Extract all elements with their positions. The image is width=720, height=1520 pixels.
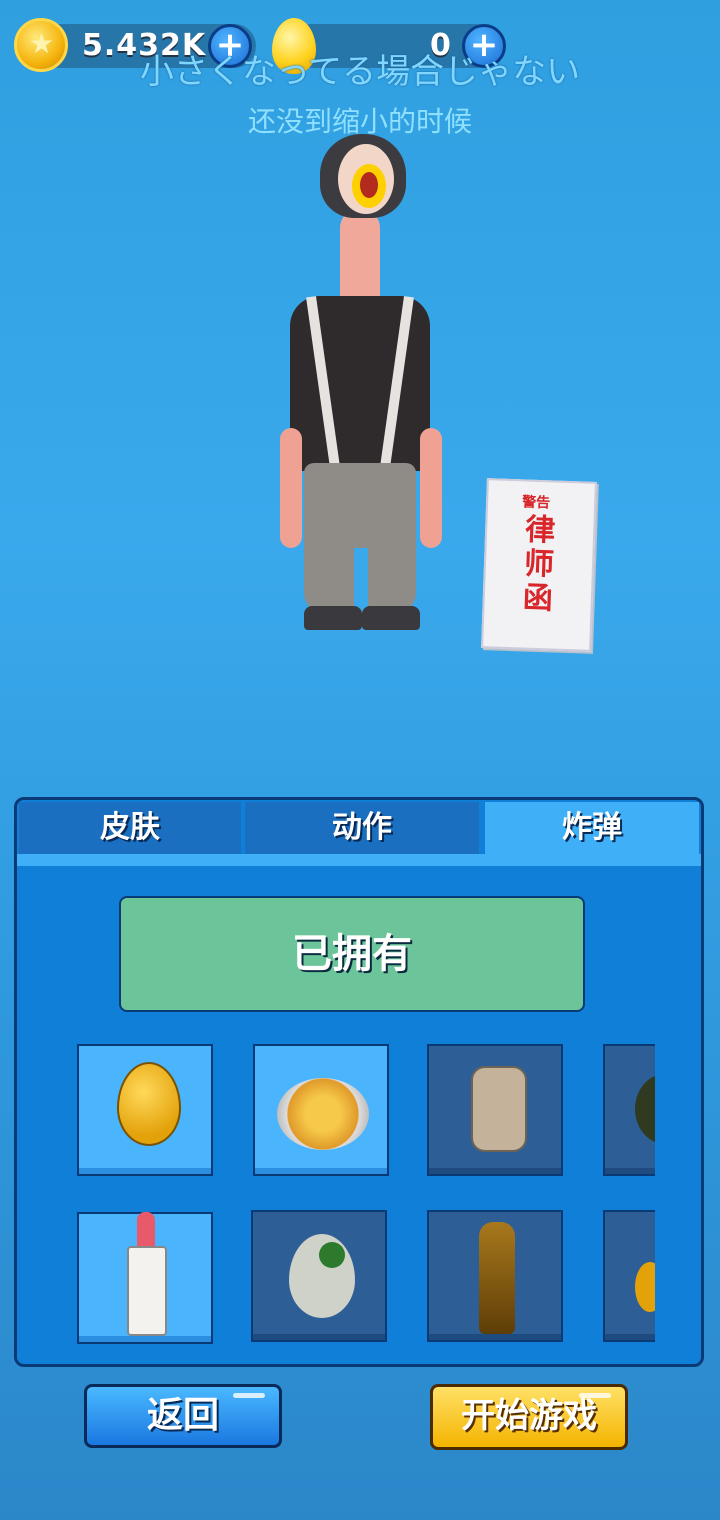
item-slot-dino-egg[interactable] [251,1210,387,1342]
lipstick-body [127,1246,167,1336]
item-slot-golden-egg[interactable] [77,1044,213,1176]
item-slot-lipstick[interactable] [77,1212,213,1344]
back-button-label: 返回 [146,1395,219,1436]
owned-status-button[interactable]: 已拥有 [119,896,585,1012]
arm-right [420,428,442,548]
skin-title: 小さくなってる場合じゃない [139,52,581,92]
item-slot-gourd[interactable] [603,1210,655,1342]
button-shine [579,1393,611,1398]
foot-right [362,606,420,630]
character-mouth [352,164,386,208]
back-button[interactable]: 返回 [84,1384,282,1448]
dino-egg-icon [289,1234,355,1318]
arm-left [280,428,302,548]
item-grid [77,1044,655,1344]
item-slot-durian[interactable] [603,1044,655,1176]
tab-actions[interactable]: 动作 [245,802,479,854]
durian-icon [635,1074,655,1144]
foot-left [304,606,362,630]
item-slot-trophy[interactable] [427,1210,563,1342]
start-game-button[interactable]: 开始游戏 [430,1384,628,1450]
omelette-bowl-icon [277,1078,369,1150]
golden-egg-icon [117,1062,181,1146]
character-preview[interactable] [270,128,450,638]
tab-bombs[interactable]: 炸弹 [485,802,699,854]
button-shine [233,1393,265,1398]
gourd-icon [635,1262,655,1312]
tab-skins[interactable]: 皮肤 [19,802,241,854]
letter-title: 律师函 [522,512,556,617]
lawyer-letter-bomb-preview: 警告 律师函 [481,478,597,652]
item-slot-omelette[interactable] [253,1044,389,1176]
shop-panel: 皮肤 动作 炸弹 已拥有 [14,797,704,1367]
letter-header: 警告 [521,494,551,512]
item-slot-stone-plaque[interactable] [427,1044,563,1176]
lipstick-tip [137,1212,155,1248]
tab-underline [17,854,701,866]
lipstick-icon [127,1212,167,1336]
trophy-icon [479,1222,515,1334]
start-game-label: 开始游戏 [461,1396,597,1436]
stone-plaque-icon [471,1066,527,1152]
